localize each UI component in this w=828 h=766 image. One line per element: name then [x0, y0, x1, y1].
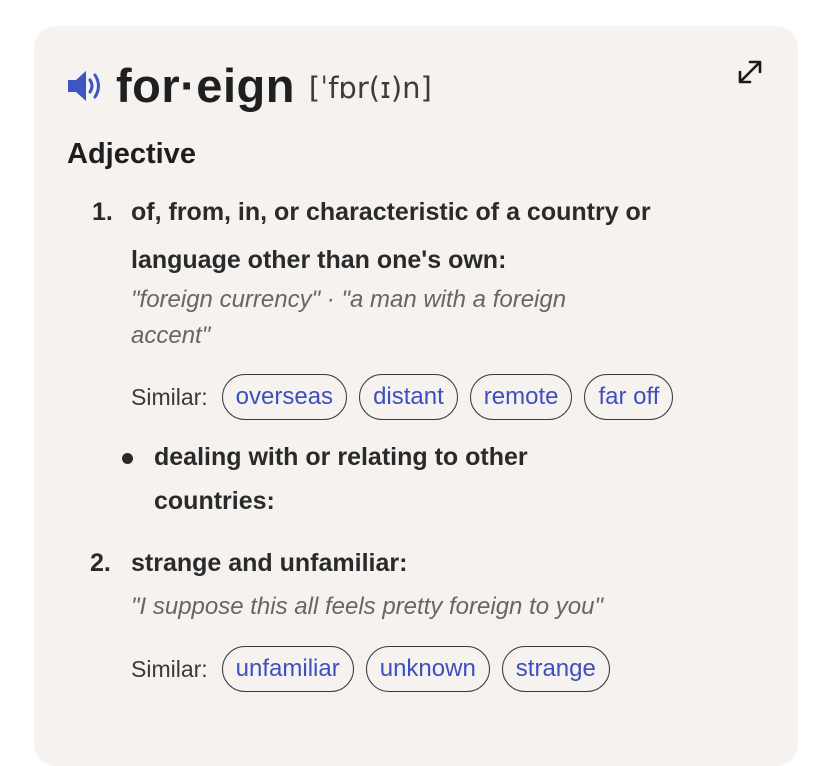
- synonym-chip[interactable]: unknown: [365, 646, 490, 692]
- similar-row: Similar: overseas distant remote far off: [131, 372, 685, 422]
- similar-label: Similar:: [131, 383, 208, 410]
- sense-number: 1.: [92, 198, 113, 226]
- synonym-chip[interactable]: unfamiliar: [221, 646, 354, 692]
- synonym-chip[interactable]: strange: [501, 646, 610, 692]
- pronunciation: [ˈfɒr(ɪ)n]: [308, 71, 432, 105]
- synonym-chip[interactable]: remote: [469, 374, 573, 420]
- expand-icon[interactable]: [736, 58, 764, 86]
- synonym-chip[interactable]: far off: [584, 374, 674, 420]
- sense-number: 2.: [90, 549, 111, 577]
- part-of-speech: Adjective: [67, 138, 196, 170]
- sense-example-line: accent": [131, 322, 211, 349]
- sense-definition-line: language other than one's own:: [131, 246, 507, 274]
- similar-row: Similar: unfamiliar unknown strange: [131, 644, 622, 694]
- entry-header: for·eign [ˈfɒr(ɪ)n]: [66, 58, 432, 114]
- subsense-line: dealing with or relating to other: [154, 443, 528, 471]
- similar-label: Similar:: [131, 655, 208, 682]
- sense-example: "I suppose this all feels pretty foreign…: [131, 593, 603, 620]
- bullet-icon: [122, 453, 133, 464]
- sense-definition: strange and unfamiliar:: [131, 549, 408, 577]
- subsense-line: countries:: [154, 487, 275, 515]
- headword: for·eign: [116, 59, 295, 112]
- synonym-chip[interactable]: overseas: [221, 374, 348, 420]
- speaker-icon[interactable]: [66, 69, 104, 103]
- sense-definition-line: of, from, in, or characteristic of a cou…: [131, 198, 651, 226]
- synonym-chip[interactable]: distant: [359, 374, 458, 420]
- sense-example-line: "foreign currency" · "a man with a forei…: [131, 286, 567, 313]
